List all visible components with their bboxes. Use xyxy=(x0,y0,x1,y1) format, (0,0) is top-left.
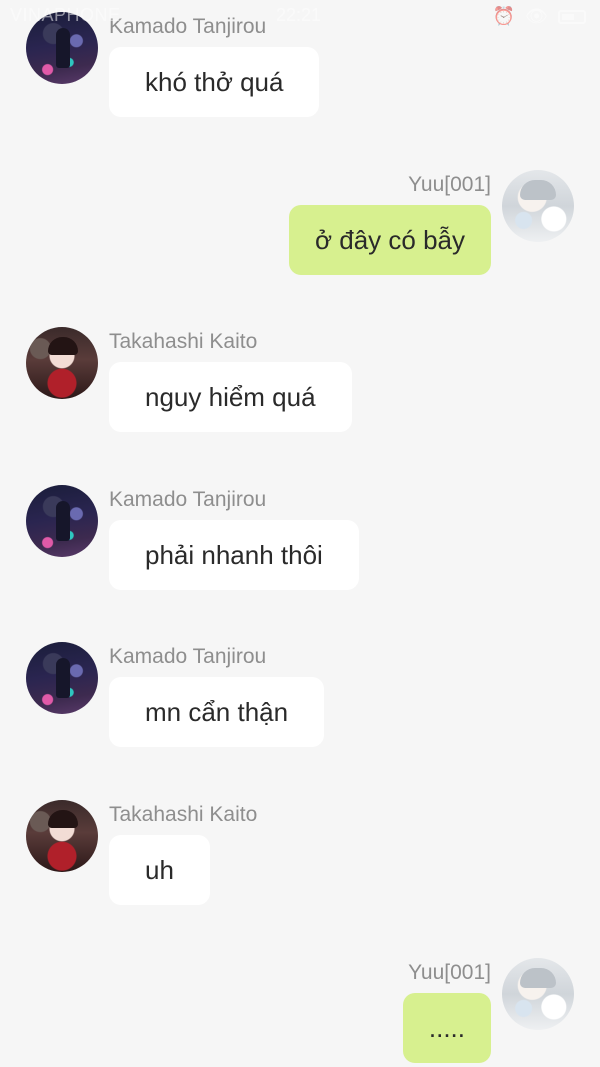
sender-name: Takahashi Kaito xyxy=(109,330,258,353)
clock: 22:21 xyxy=(276,5,322,25)
message-bubble[interactable]: nguy hiểm quá xyxy=(109,362,352,432)
battery-icon xyxy=(558,9,586,24)
sender-name: Takahashi Kaito xyxy=(109,803,258,826)
yuu-avatar[interactable] xyxy=(502,958,574,1030)
message-bubble[interactable]: khó thở quá xyxy=(109,47,320,117)
message-bubble[interactable]: ..... xyxy=(402,993,491,1063)
status-bar: VINAPHONE 22:21 ⏰ 👁 xyxy=(0,0,600,30)
kaito-avatar[interactable] xyxy=(26,327,98,399)
message-bubble[interactable]: ở đây có bẫy xyxy=(288,205,491,275)
eye-icon: 👁 xyxy=(525,6,548,26)
kaito-avatar[interactable] xyxy=(26,800,98,872)
status-icons: ⏰ 👁 xyxy=(493,6,586,27)
alarm-icon: ⏰ xyxy=(492,6,516,26)
message-bubble[interactable]: uh xyxy=(109,835,210,905)
yuu-avatar[interactable] xyxy=(502,170,574,242)
tanjirou-avatar[interactable] xyxy=(26,642,98,714)
sender-name: Yuu[001] xyxy=(408,961,491,984)
message-bubble[interactable]: mn cẩn thận xyxy=(109,677,325,747)
message-bubble[interactable]: phải nhanh thôi xyxy=(109,520,359,590)
carrier-label: VINAPHONE xyxy=(10,5,121,25)
sender-name: Yuu[001] xyxy=(408,173,491,196)
tanjirou-avatar[interactable] xyxy=(26,485,98,557)
sender-name: Kamado Tanjirou xyxy=(109,645,267,668)
sender-name: Kamado Tanjirou xyxy=(109,488,267,511)
